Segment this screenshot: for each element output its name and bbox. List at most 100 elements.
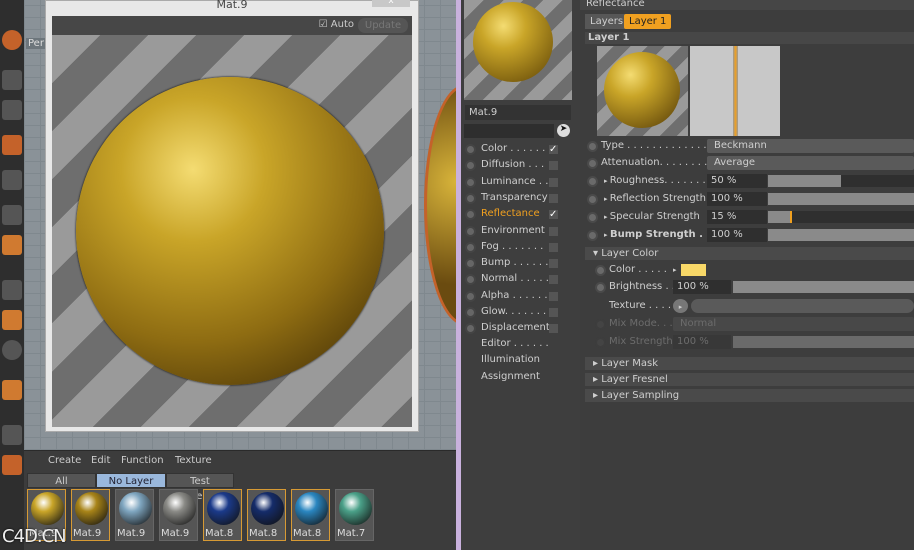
slider-input[interactable]: 100 % (707, 192, 767, 206)
slider-track[interactable] (768, 175, 914, 187)
animate-dot[interactable] (595, 265, 606, 276)
cube-edge-icon[interactable] (2, 205, 22, 225)
tab-layer-1[interactable]: Layer 1 (624, 14, 672, 29)
animate-dot[interactable] (595, 282, 606, 293)
channel-checkbox[interactable] (549, 177, 558, 187)
material-thumbnail[interactable]: Mat.8 (247, 489, 286, 541)
slider-input[interactable]: 15 % (707, 210, 767, 224)
channel-5[interactable]: Environment (465, 223, 577, 239)
animate-dot[interactable] (465, 209, 476, 221)
animate-dot[interactable] (465, 274, 476, 286)
animate-dot[interactable] (465, 225, 476, 237)
globe-icon[interactable] (2, 30, 22, 50)
animate-dot[interactable] (465, 323, 476, 335)
material-thumbnail[interactable] (464, 0, 572, 100)
channel-checkbox[interactable] (549, 226, 558, 236)
channel-6[interactable]: Fog . . . . . . . (465, 239, 577, 255)
material-preview[interactable] (52, 35, 412, 427)
expand-arrow-icon[interactable]: ▸ (673, 262, 677, 278)
panel-link[interactable]: Editor . . . . . . (465, 336, 577, 352)
animate-dot[interactable] (465, 176, 476, 188)
cube-poly-icon[interactable] (2, 235, 22, 255)
animate-dot[interactable] (465, 258, 476, 270)
panel-link[interactable]: Assignment (465, 369, 577, 385)
channel-7[interactable]: Bump . . . . . . (465, 255, 577, 271)
layer-mask-section[interactable]: ▸ Layer Mask (585, 357, 914, 370)
animate-dot[interactable] (465, 307, 476, 318)
close-button[interactable]: x (372, 0, 410, 7)
channel-checkbox[interactable] (549, 291, 558, 301)
lock-grid-icon[interactable] (2, 425, 22, 445)
auto-checkbox[interactable]: ☑ Auto (319, 19, 354, 30)
layer-fresnel-section[interactable]: ▸ Layer Fresnel (585, 373, 914, 386)
brightness-input[interactable]: 100 % (673, 280, 731, 294)
workplane-icon[interactable] (2, 455, 22, 475)
channel-2[interactable]: Luminance . . (465, 174, 577, 190)
checker-icon[interactable] (2, 100, 22, 120)
animate-dot[interactable] (587, 194, 598, 205)
animate-dot[interactable] (465, 241, 476, 253)
texture-field[interactable] (691, 299, 914, 313)
mouse-icon[interactable] (2, 310, 22, 330)
animate-dot[interactable] (465, 192, 476, 204)
animate-dot[interactable] (595, 319, 606, 330)
animate-dot[interactable] (587, 141, 598, 152)
layer-color-section[interactable]: ▾ Layer Color (585, 247, 914, 260)
material-thumbnail[interactable]: Mat.9 (159, 489, 198, 541)
menu-function[interactable]: Function (121, 455, 164, 466)
tab-all[interactable]: All (27, 473, 96, 488)
tab-test-materials[interactable]: Test materials (166, 473, 234, 502)
channel-checkbox[interactable] (549, 275, 558, 285)
mix-mode-dropdown[interactable]: Normal (673, 317, 914, 331)
cube-icon[interactable] (2, 70, 22, 90)
channel-10[interactable]: Glow. . . . . . . (465, 304, 577, 320)
layer-sampling-section[interactable]: ▸ Layer Sampling (585, 389, 914, 402)
texture-menu-button[interactable]: ▸ (673, 299, 688, 313)
menu-edit[interactable]: Edit (91, 455, 110, 466)
channel-checkbox[interactable] (549, 324, 558, 334)
material-thumbnail[interactable]: Mat.8 (291, 489, 330, 541)
channel-checkbox[interactable] (549, 259, 558, 269)
cube-point-icon[interactable] (2, 170, 22, 190)
magnet-icon[interactable] (2, 380, 22, 400)
mix-strength-slider[interactable] (733, 336, 914, 348)
tab-no-layer[interactable]: No Layer (96, 473, 166, 488)
update-button[interactable]: Update (358, 18, 408, 33)
animate-dot[interactable] (465, 290, 476, 302)
channel-checkbox[interactable] (549, 161, 558, 171)
slider-input[interactable]: 100 % (707, 228, 767, 242)
animate-dot[interactable] (587, 176, 598, 187)
tab-layers[interactable]: Layers (585, 14, 629, 29)
animate-dot[interactable] (587, 158, 598, 169)
type-dropdown[interactable]: Beckmann (707, 139, 914, 153)
material-thumbnail[interactable]: Mat.7 (335, 489, 374, 541)
arrow-icon[interactable] (2, 280, 22, 300)
animate-dot[interactable] (587, 230, 598, 241)
channel-9[interactable]: Alpha . . . . . . (465, 288, 577, 304)
animate-dot[interactable] (465, 160, 476, 172)
channel-11[interactable]: Displacement (465, 320, 577, 336)
channel-1[interactable]: Diffusion . . . (465, 157, 577, 173)
slider-track[interactable] (768, 193, 914, 205)
channel-3[interactable]: Transparency (465, 190, 577, 206)
grid-icon[interactable] (2, 135, 22, 155)
channel-4[interactable]: Reflectance ✓ (465, 206, 577, 222)
pick-arrow-icon[interactable]: ➤ (557, 124, 570, 137)
panel-link[interactable]: Illumination (465, 352, 577, 368)
channel-checkbox[interactable] (549, 193, 558, 203)
animate-dot[interactable] (587, 212, 598, 223)
channel-checkbox[interactable]: ✓ (549, 145, 558, 155)
brightness-slider[interactable] (733, 281, 914, 293)
material-thumbnail[interactable]: Mat.9 (115, 489, 154, 541)
menu-texture[interactable]: Texture (175, 455, 212, 466)
animate-dot[interactable] (595, 337, 606, 348)
material-thumbnail[interactable]: Mat.8 (203, 489, 242, 541)
color-swatch[interactable] (681, 264, 706, 276)
channel-8[interactable]: Normal . . . . . (465, 271, 577, 287)
slider-track[interactable] (768, 211, 914, 223)
animate-dot[interactable] (465, 144, 476, 155)
channel-checkbox[interactable] (549, 308, 558, 317)
menu-create[interactable]: Create (48, 455, 81, 466)
slider-input[interactable]: 50 % (707, 174, 767, 188)
slider-handle[interactable] (789, 211, 792, 223)
